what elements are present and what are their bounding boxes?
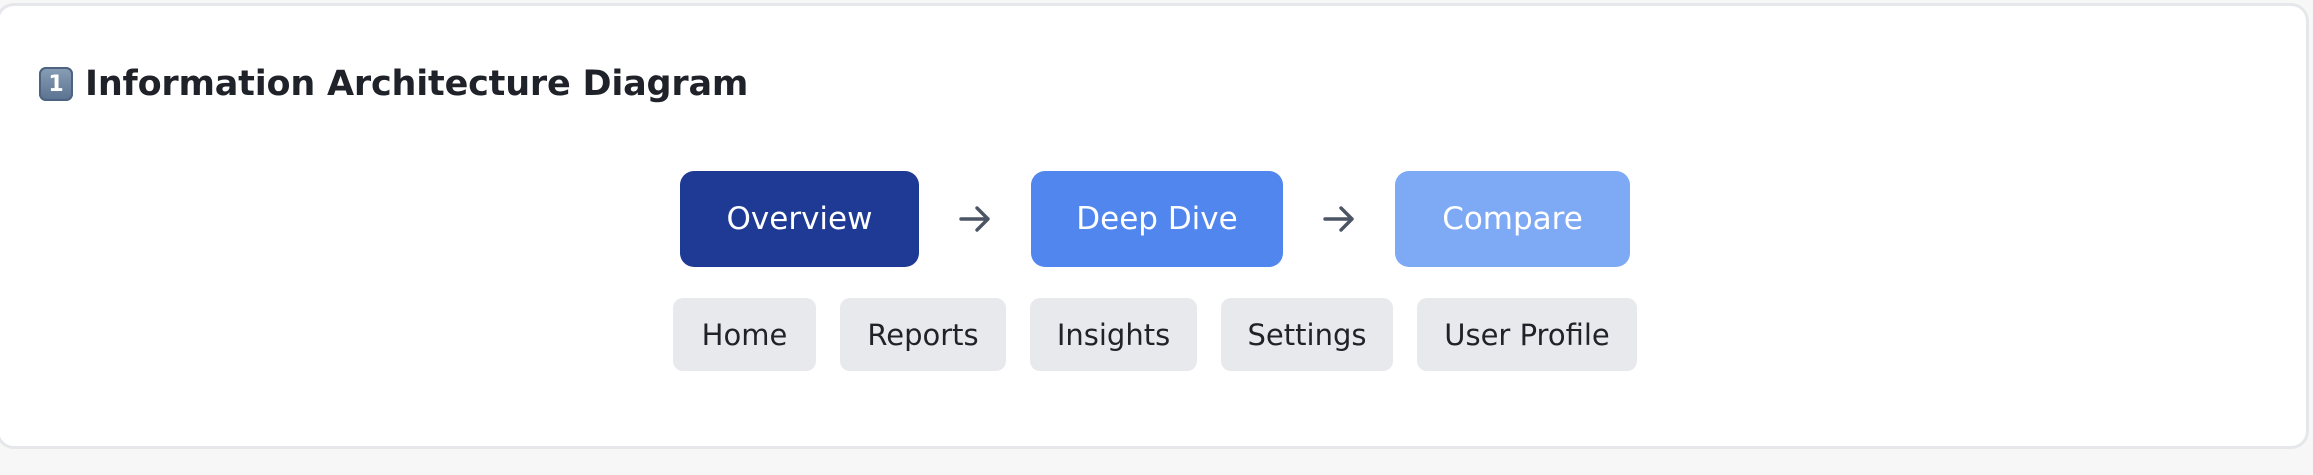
nav-item-reports: Reports (840, 298, 1006, 371)
nav-item-settings: Settings (1221, 298, 1393, 371)
arrow-right-icon (955, 199, 995, 239)
keycap-digit-one-icon: 1 (39, 67, 73, 101)
flow-step-compare: Compare (1395, 171, 1630, 267)
nav-item-insights: Insights (1030, 298, 1197, 371)
nav-item-user-profile: User Profile (1417, 298, 1637, 371)
nav-items-row: Home Reports Insights Settings User Prof… (0, 298, 2313, 371)
section-title: Information Architecture Diagram (85, 64, 749, 104)
section-header: 1 Information Architecture Diagram (39, 64, 748, 104)
flow-step-overview: Overview (680, 171, 919, 267)
flow-diagram: Overview Deep Dive Compare (0, 171, 2313, 267)
arrow-right-icon (1319, 199, 1359, 239)
nav-item-home: Home (673, 298, 816, 371)
flow-step-deep-dive: Deep Dive (1031, 171, 1283, 267)
